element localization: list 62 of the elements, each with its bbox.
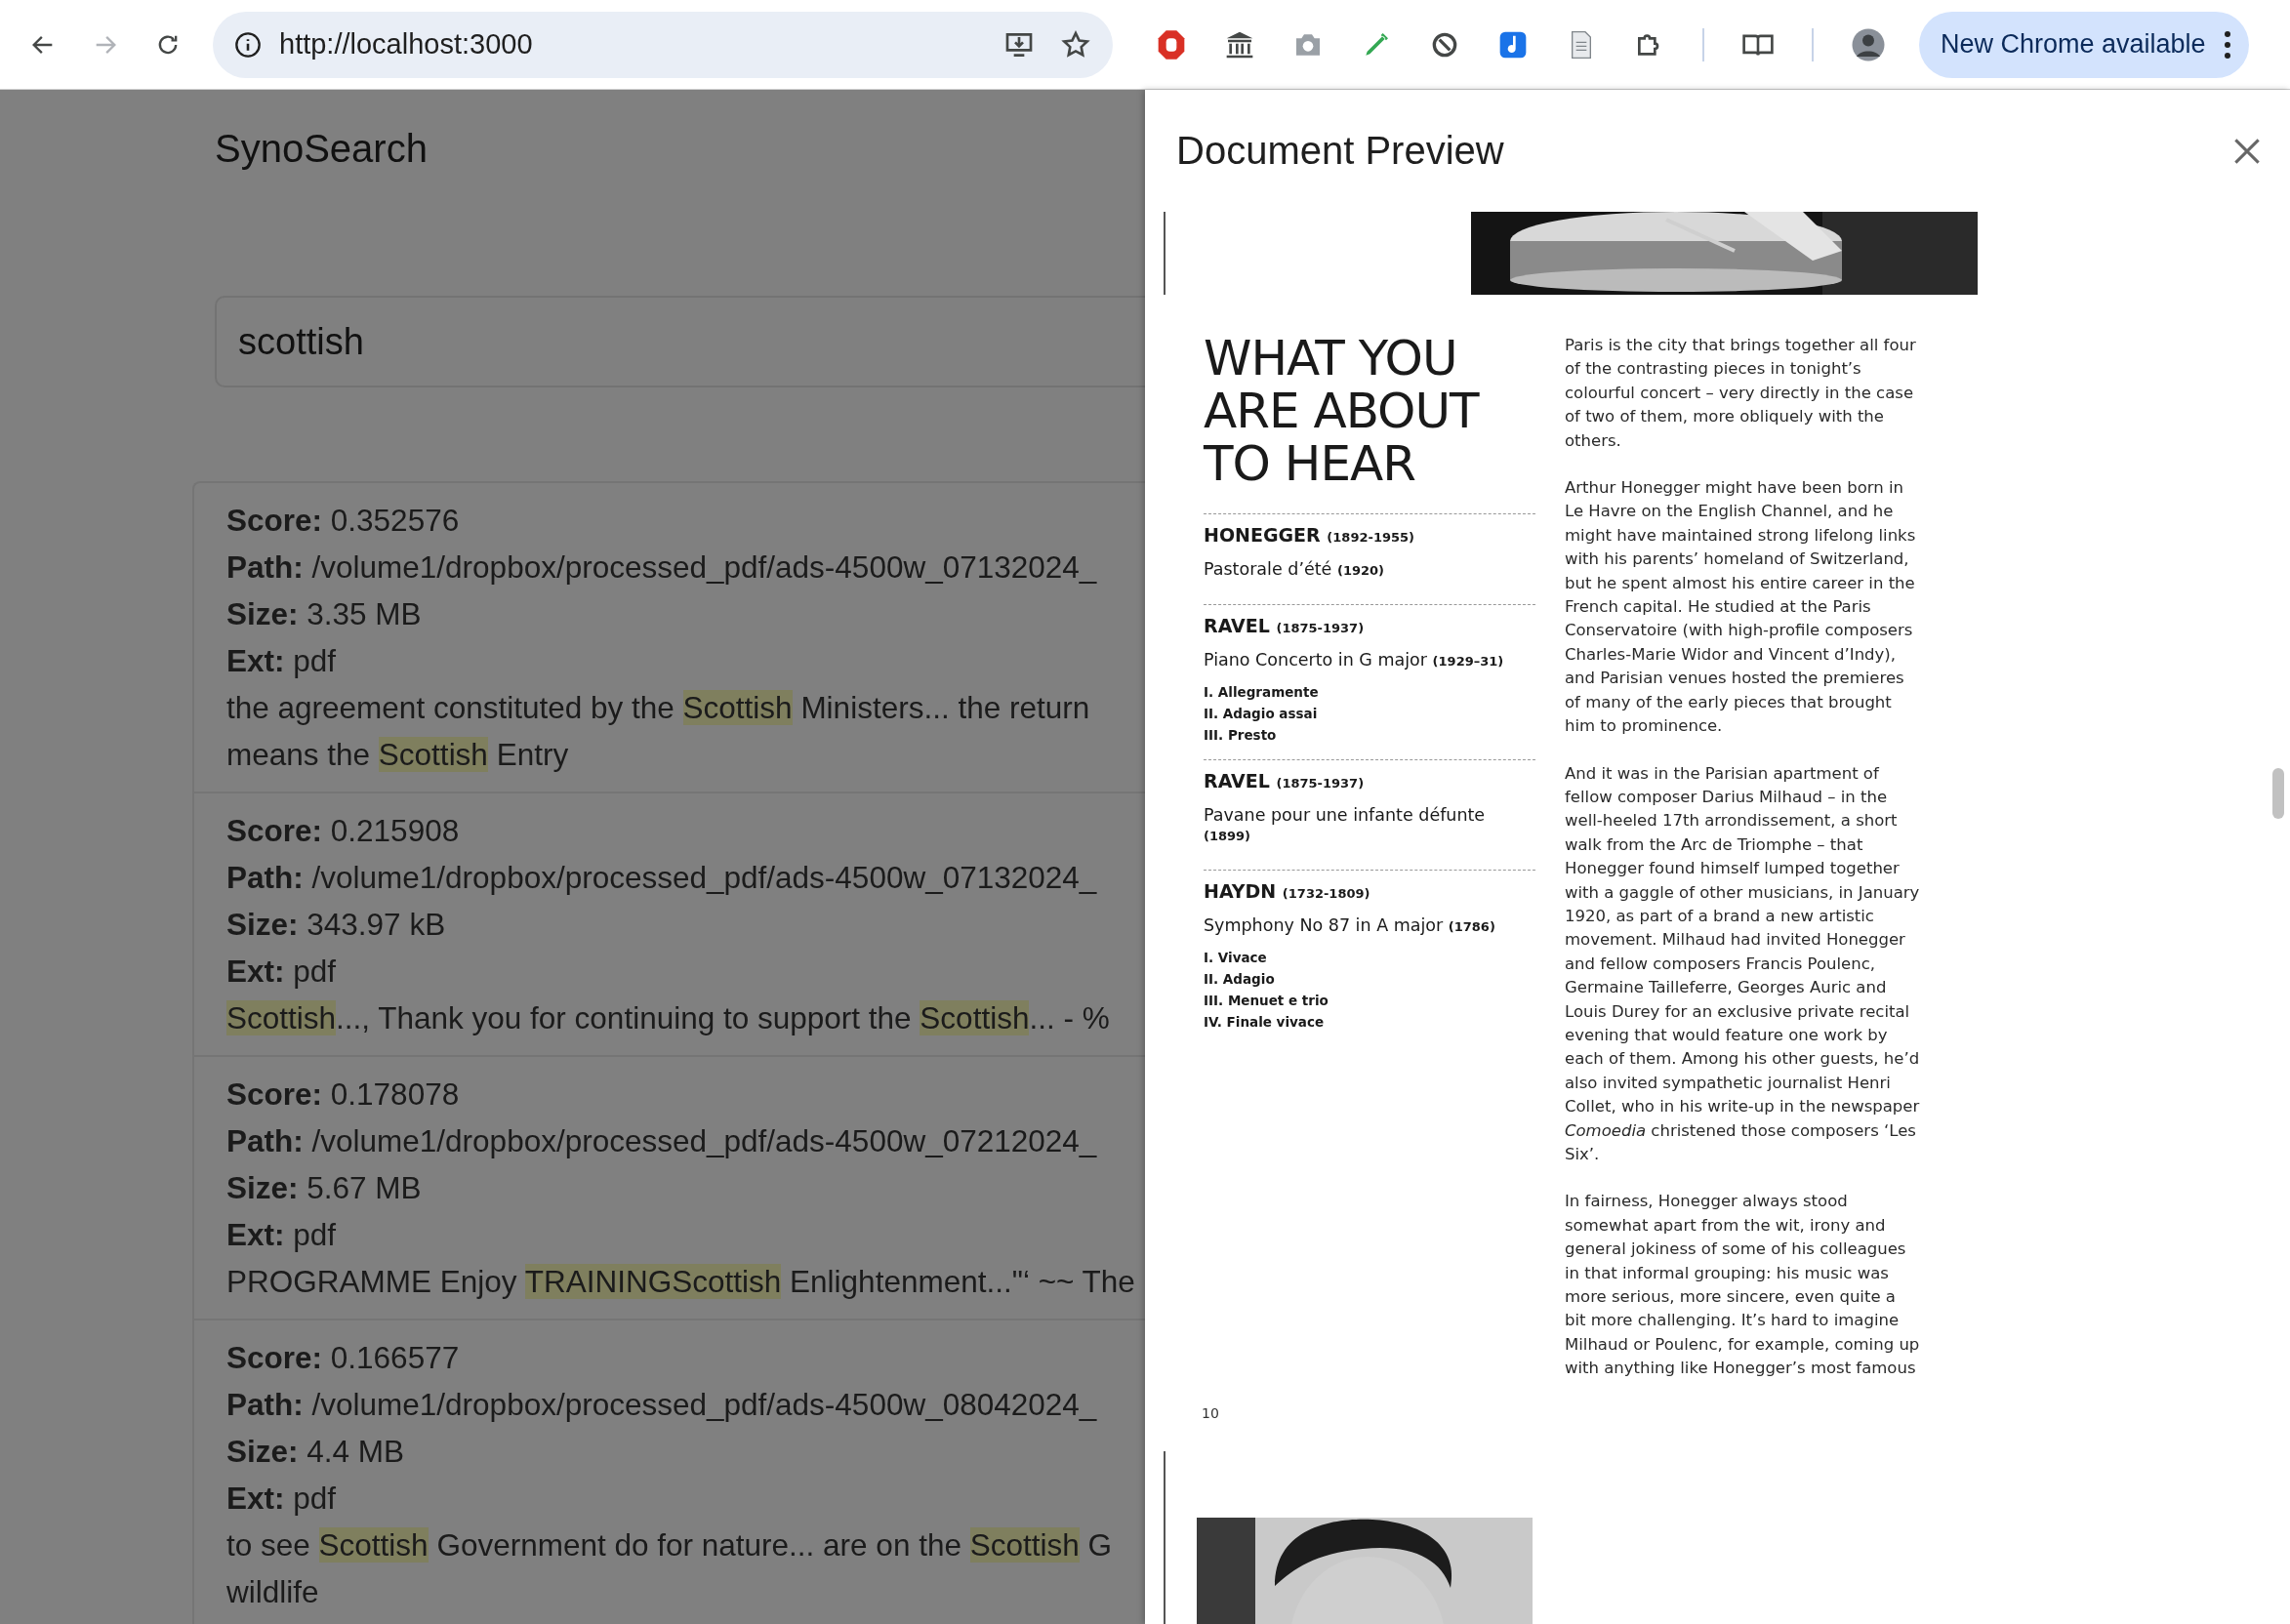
url-text: http://localhost:3000 xyxy=(279,28,534,61)
highlighted-match: Scottish xyxy=(226,1000,337,1035)
highlighted-match: Scottish xyxy=(969,1527,1080,1563)
highlighted-match: Scottish xyxy=(318,1527,429,1563)
snippet-text: the agreement constituted by the xyxy=(226,690,675,725)
composer-text: HAYDN (1732-1809) xyxy=(1204,880,1371,902)
body-paragraph: Arthur Honegger might have been born in Le Havre on the English Channel, and he might have maintained strong lifelong links with his parents’ homeland of Switzerland, but he spent almost his entire career in the French capital. He studied at the Paris Conservatoire (with high-profile composers Charles-Marie Widor and Vincent d’Indy), and Parisian venues hosted the premieres of many of the early pieces that brought him to prominence. xyxy=(1565,477,1917,738)
score-text: Score: 0.352576 xyxy=(226,502,461,540)
update-button[interactable]: New Chrome available xyxy=(1919,11,2249,78)
page-number: 10 xyxy=(1202,1404,1219,1421)
highlighted-match: Scottish xyxy=(682,690,793,725)
ext-text: Ext: pdf xyxy=(226,642,338,680)
snippet-text: ..., Thank you for continuing to support the xyxy=(336,1000,913,1035)
highlighted-match: TRAININGScottish xyxy=(524,1264,782,1299)
body-paragraph: And it was in the Parisian apartment of fellow composer Darius Milhaud – in the well-heeled 17th arrondissement, a short walk from the Arc de Triomphe – that Honegger found himself lumped together with a gaggle of other musicians, in January 1920, as part of a brand a new artistic movement. Milhaud had invited Honegger and fellow composers Francis Poulenc, Germaine Tailleferre, Georges Auric and Louis Durey for an exclusive private recital evening that would feature one work by each of them. Among his other guests, he’d also invited sympathetic journalist Henri Collet, who in his write-up in the newspaper Comoedia christened those composers ‘Les Six’. xyxy=(1565,762,1921,1165)
path-text: Path: /volume1/dropbox/processed_pdf/ads-4500w_07132024_ xyxy=(226,859,1098,897)
movement-text: IV. Finale vivace xyxy=(1204,1013,1326,1032)
path-text: Path: /volume1/dropbox/processed_pdf/ads-4500w_08042024_ xyxy=(226,1386,1098,1424)
ext-text: Ext: pdf xyxy=(226,1216,338,1254)
size-text: Size: 4.4 MB xyxy=(226,1433,406,1471)
movement-text: III. Presto xyxy=(1204,726,1278,745)
body-paragraph: In fairness, Honegger always stood somewhat apart from the wit, irony and general jokiness of some of his colleagues in that informal grouping: his music was more serious, more sincere, even quite a bit more challenging. It’s hard to imagine Milhaud or Poulenc, for example, coming up with anything like Honegger’s most famous xyxy=(1565,1191,1921,1380)
page-heading: WHAT YOU ARE ABOUT TO HEAR xyxy=(1204,332,1481,490)
score-text: Score: 0.215908 xyxy=(226,812,461,850)
snippet-text: Entry xyxy=(495,737,569,772)
snippet-text: Government do for nature... are on the xyxy=(435,1527,962,1563)
ext-text: Ext: pdf xyxy=(226,953,338,991)
snippet-text: G xyxy=(1086,1527,1113,1563)
work-title: Symphony No 87 in A major (1786) xyxy=(1204,915,1496,935)
movement-text: II. Adagio assai xyxy=(1204,705,1319,723)
drawer-title: Document Preview xyxy=(1176,129,1504,173)
path-text: Path: /volume1/dropbox/processed_pdf/ads-4500w_07132024_ xyxy=(226,548,1098,587)
path-text: Path: /volume1/dropbox/processed_pdf/ads-4500w_07212024_ xyxy=(226,1122,1098,1160)
composer-text: RAVEL (1875-1937) xyxy=(1204,770,1366,792)
composer-text: HONEGGER (1892-1955) xyxy=(1204,524,1415,546)
composer-text: RAVEL (1875-1937) xyxy=(1204,615,1366,636)
ext-text: Ext: pdf xyxy=(226,1480,338,1518)
snippet-text: wildlife xyxy=(226,1574,319,1609)
app-title: SynoSearch xyxy=(215,127,428,171)
score-text: Score: 0.178078 xyxy=(226,1076,461,1114)
size-text: Size: 3.35 MB xyxy=(226,595,423,633)
snippet-text: to see xyxy=(226,1527,311,1563)
search-field[interactable]: scottish xyxy=(215,296,1145,387)
highlighted-match: Scottish xyxy=(920,1000,1030,1035)
body-paragraph: Paris is the city that brings together all four of the contrasting pieces in tonight’s colourful concert – very directly in the case of two of them, more obliquely with the others. xyxy=(1565,335,1917,452)
snippet-text: PROGRAMME Enjoy xyxy=(226,1264,518,1299)
snippet-text: means the xyxy=(226,737,372,772)
movement-text: I. Vivace xyxy=(1204,949,1268,967)
movement-text: III. Menuet e trio xyxy=(1204,992,1329,1010)
work-title: Piano Concerto in G major (1929–31) xyxy=(1204,650,1505,670)
work-title: Pavane pour une infante défunte (1899) xyxy=(1204,805,1487,844)
size-text: Size: 5.67 MB xyxy=(226,1169,423,1207)
snippet-text: Enlightenment..."‘ ~~ The xyxy=(789,1264,1135,1299)
movement-text: I. Allegramente xyxy=(1204,683,1320,702)
score-text: Score: 0.166577 xyxy=(226,1339,461,1377)
work-title: Pastorale d’été (1920) xyxy=(1204,559,1385,579)
snippet-text: ... - % xyxy=(1029,1000,1110,1035)
size-text: Size: 343.97 kB xyxy=(226,906,447,944)
snippet-text: Ministers... the return xyxy=(799,690,1090,725)
address-bar[interactable]: http://localhost:3000 xyxy=(213,11,1113,78)
movement-text: II. Adagio xyxy=(1204,970,1276,989)
highlighted-match: Scottish xyxy=(378,737,488,772)
